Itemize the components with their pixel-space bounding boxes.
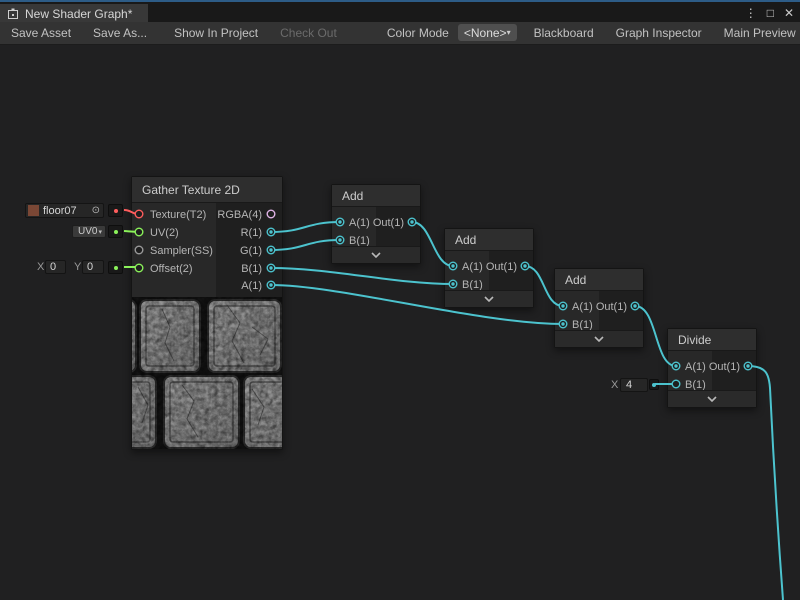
node-add-1[interactable]: Add A(1) B(1) Out(1) <box>331 184 421 264</box>
chevron-down-icon: ▾ <box>507 28 511 37</box>
port-label-a: A(1) <box>349 216 370 230</box>
texture-preview-image <box>132 297 282 449</box>
node-add-3[interactable]: Add A(1) B(1) Out(1) <box>554 268 644 348</box>
offset-x-label: X <box>37 261 44 273</box>
chevron-down-icon <box>707 396 717 402</box>
port-label-out: Out(1) <box>709 360 740 374</box>
offset-x-value: 0 <box>50 261 56 273</box>
close-icon[interactable]: ✕ <box>784 4 794 22</box>
connector-dot <box>114 230 118 234</box>
save-asset-button[interactable]: Save Asset <box>0 22 82 44</box>
uv-port-connector[interactable] <box>108 225 123 238</box>
node-divide[interactable]: Divide A(1) B(1) Out(1) <box>667 328 757 408</box>
port-label-a: A(1) <box>462 260 483 274</box>
menu-icon[interactable]: ⋮ <box>745 4 757 22</box>
chevron-down-icon <box>594 336 604 342</box>
node-gather-texture-2d[interactable]: Gather Texture 2D Texture(T2) UV(2) Samp… <box>131 176 283 450</box>
chevron-down-icon: ▾ <box>98 228 102 236</box>
offset-y-input[interactable]: 0 <box>82 260 104 274</box>
node-header[interactable]: Add <box>555 269 643 291</box>
title-bar: New Shader Graph* ⋮ □ ✕ <box>0 0 800 22</box>
node-header[interactable]: Add <box>332 185 420 207</box>
node-add-2[interactable]: Add A(1) B(1) Out(1) <box>444 228 534 308</box>
graph-canvas[interactable]: Gather Texture 2D Texture(T2) UV(2) Samp… <box>0 0 800 600</box>
offset-y-value: 0 <box>87 261 93 273</box>
tab-shader-graph[interactable]: New Shader Graph* <box>0 4 148 24</box>
chevron-down-icon <box>484 296 494 302</box>
preview-collapse-toggle[interactable] <box>445 290 533 307</box>
tab-title: New Shader Graph* <box>25 7 132 21</box>
main-preview-toggle-button[interactable]: Main Preview <box>713 22 800 44</box>
node-title: Divide <box>678 333 711 347</box>
port-label-r: R(1) <box>241 226 262 240</box>
texture-port-connector[interactable] <box>108 204 123 217</box>
wire-b-to-add2-b[interactable] <box>271 268 453 284</box>
divisor-x-value: 4 <box>626 379 632 391</box>
shader-graph-icon <box>7 8 19 20</box>
node-title: Gather Texture 2D <box>142 183 240 197</box>
shader-graph-toolbar: Save Asset Save As... Show In Project Ch… <box>0 22 800 45</box>
port-label-uv: UV(2) <box>150 226 179 240</box>
color-mode-dropdown[interactable]: <None> ▾ <box>458 24 517 41</box>
preview-collapse-toggle[interactable] <box>332 246 420 263</box>
connector-dot <box>652 383 656 387</box>
check-out-button: Check Out <box>269 22 348 44</box>
unity-shader-graph-window: Gather Texture 2D Texture(T2) UV(2) Samp… <box>0 0 800 600</box>
port-label-a: A(1) <box>685 360 706 374</box>
save-as-button[interactable]: Save As... <box>82 22 158 44</box>
node-header[interactable]: Divide <box>668 329 756 351</box>
show-in-project-button[interactable]: Show In Project <box>163 22 269 44</box>
divisor-x-label: X <box>611 379 618 391</box>
texture-thumbnail <box>28 205 39 216</box>
object-picker-icon[interactable]: ⊙ <box>92 205 100 216</box>
chevron-down-icon <box>371 252 381 258</box>
port-label-a: A(1) <box>241 279 262 293</box>
window-controls: ⋮ □ ✕ <box>745 4 794 22</box>
texture-field-value: floor07 <box>43 205 77 217</box>
uv-dropdown-value: UV0 <box>78 226 97 237</box>
port-label-out: Out(1) <box>596 300 627 314</box>
port-label-g: G(1) <box>240 244 262 258</box>
maximize-icon[interactable]: □ <box>767 4 774 22</box>
node-header[interactable]: Gather Texture 2D <box>132 177 282 203</box>
blackboard-toggle-button[interactable]: Blackboard <box>523 22 605 44</box>
port-label-out: Out(1) <box>486 260 517 274</box>
port-label-sampler: Sampler(SS) <box>150 244 213 258</box>
port-label-texture: Texture(T2) <box>150 208 206 222</box>
divisor-x-input[interactable]: 4 <box>620 378 648 392</box>
color-mode-label: Color Mode <box>378 22 458 44</box>
offset-x-input[interactable]: 0 <box>45 260 66 274</box>
offset-y-label: Y <box>74 261 81 273</box>
preview-collapse-toggle[interactable] <box>555 330 643 347</box>
preview-collapse-toggle[interactable] <box>668 390 756 407</box>
connector-dot <box>114 209 118 213</box>
connector-dot <box>114 266 118 270</box>
port-label-rgba: RGBA(4) <box>217 208 262 222</box>
divisor-port-connector[interactable] <box>649 379 659 390</box>
port-label-b: B(1) <box>241 262 262 276</box>
color-mode-value: <None> <box>464 26 507 40</box>
port-label-a: A(1) <box>572 300 593 314</box>
node-title: Add <box>565 273 586 287</box>
port-label-offset: Offset(2) <box>150 262 193 276</box>
wire-overlay <box>0 0 800 600</box>
port-label-out: Out(1) <box>373 216 404 230</box>
uv-channel-dropdown[interactable]: UV0 ▾ <box>72 225 106 238</box>
node-header[interactable]: Add <box>445 229 533 251</box>
texture-object-field[interactable]: floor07 ⊙ <box>25 203 104 218</box>
offset-port-connector[interactable] <box>108 261 123 274</box>
node-title: Add <box>342 189 363 203</box>
graph-inspector-toggle-button[interactable]: Graph Inspector <box>605 22 713 44</box>
node-title: Add <box>455 233 476 247</box>
